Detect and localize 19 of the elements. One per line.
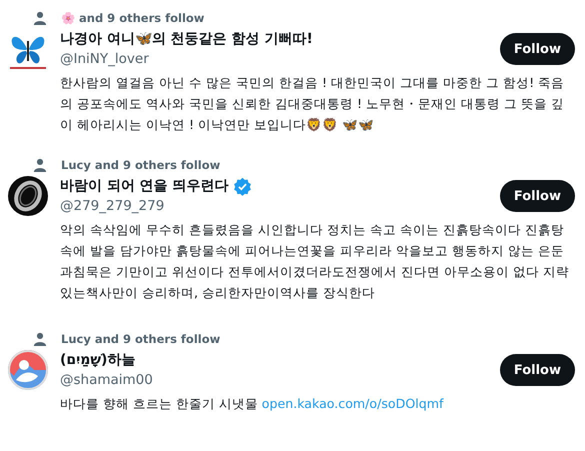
- social-context: Lucy and 9 others follow: [61, 332, 220, 346]
- bio-text: 악의 속삭임에 무수히 흔들렸음을 시인합니다 정치는 속고 속이는 진흙탕속이다 진흙탕속에 발을 담가야만 흙탕물속에 피어나는연꽃을 피우리라 악을보고 행동하지 않는 은둔과침묵은 기만이고 위선이다 전투에서이겼더라도전쟁에서 진다면 아무소용이 없다 지략있는책사만이 승리하며, 승리한자만이역사를 장식한다: [60, 221, 570, 302]
- bio-text: 바다를 향해 흐르는 한줄기 시냇물 open.kakao.com/o/soDOlqmf: [60, 395, 445, 413]
- follow-button[interactable]: Follow: [500, 33, 575, 65]
- username: @shamaim00: [60, 371, 153, 390]
- person-icon: [33, 11, 47, 25]
- username: @IniNY_lover: [60, 50, 150, 69]
- social-context: Lucy and 9 others follow: [61, 158, 220, 172]
- bio-text: 한사람의 열걸음 아닌 수 많은 국민의 한걸음 ! 대한민국이 그대를 마중한 그 함성! 죽음의 공포속에도 역사와 국민을 신뢰한 김대중대통령 ! 노무현・문재인 대통령 그 뜻을 깊이 헤아리시는 이낙연 ! 이낙연만 보입니다🦁🦁 🦋🦋: [60, 74, 566, 134]
- display-name[interactable]: (שָׁמַיִם)하늘: [60, 350, 136, 370]
- verified-badge-icon: [232, 176, 252, 196]
- person-icon: [33, 332, 47, 346]
- follow-button[interactable]: Follow: [500, 180, 575, 212]
- display-name[interactable]: 나경아 여니🦋의 천둥같은 함성 기뻐따!: [60, 29, 313, 49]
- person-icon: [33, 158, 47, 172]
- username: @279_279_279: [60, 197, 166, 216]
- display-name[interactable]: 바람이 되어 연을 띄우련다: [60, 176, 229, 196]
- follow-button[interactable]: Follow: [500, 354, 575, 386]
- social-context: 🌸 and 9 others follow: [61, 11, 204, 25]
